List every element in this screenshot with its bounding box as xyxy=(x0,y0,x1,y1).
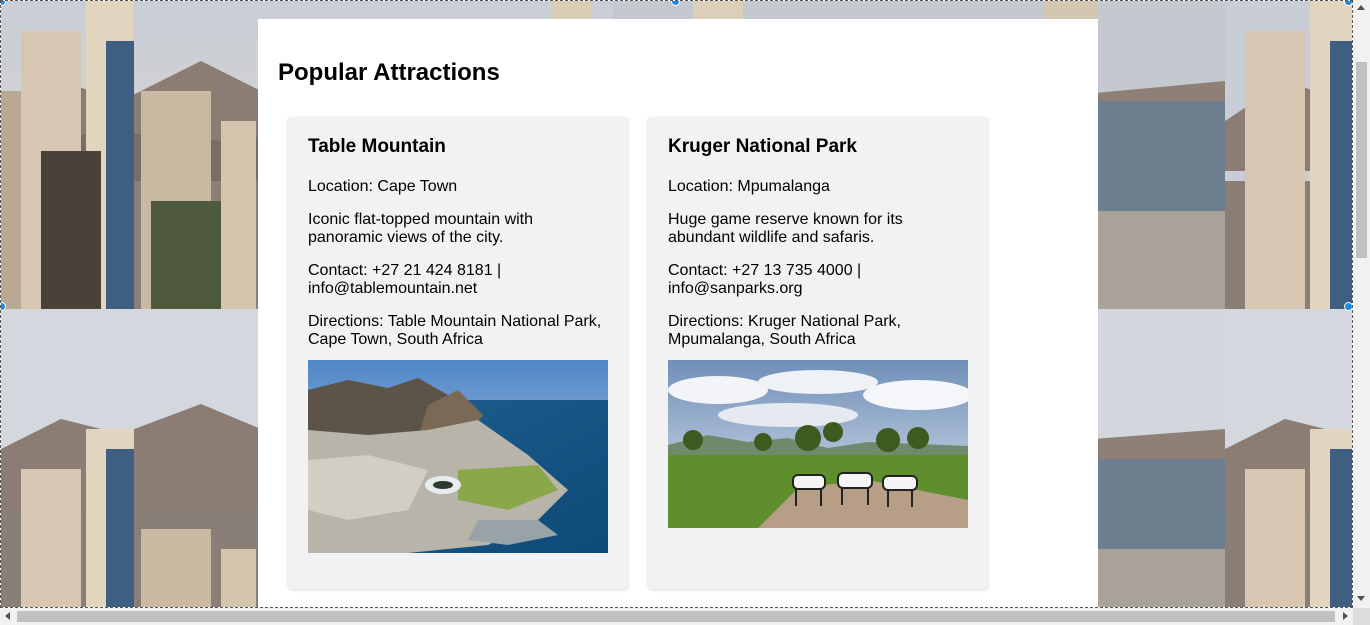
attraction-description: Huge game reserve known for its abundant… xyxy=(668,211,903,246)
scroll-down-icon[interactable] xyxy=(1357,596,1365,601)
aerial-cape-town-photo xyxy=(308,360,608,553)
scroll-left-icon[interactable] xyxy=(5,612,10,620)
attraction-name: Kruger National Park xyxy=(668,136,857,157)
scroll-up-icon[interactable] xyxy=(1357,5,1365,10)
section-title: Popular Attractions xyxy=(278,59,500,86)
scrollbar-thumb[interactable] xyxy=(17,611,1335,622)
attractions-panel: Popular Attractions Table Mountain Locat… xyxy=(258,19,1098,607)
vertical-scrollbar[interactable] xyxy=(1353,0,1370,608)
attraction-directions: Directions: Table Mountain National Park… xyxy=(308,313,602,348)
attraction-name: Table Mountain xyxy=(308,136,446,157)
background-tile xyxy=(1225,309,1352,607)
attraction-card: Table Mountain Location: Cape Town Iconi… xyxy=(288,117,628,589)
horizontal-scrollbar[interactable] xyxy=(0,608,1370,625)
attraction-contact: Contact: +27 21 424 8181 | info@tablemou… xyxy=(308,262,502,297)
attraction-card: Kruger National Park Location: Mpumalang… xyxy=(648,117,988,589)
background-tile xyxy=(1225,1,1352,309)
attraction-directions: Directions: Kruger National Park, Mpumal… xyxy=(668,313,901,348)
page-viewport: Popular Attractions Table Mountain Locat… xyxy=(0,0,1353,608)
scroll-right-icon[interactable] xyxy=(1343,612,1348,620)
zebras-savanna-photo xyxy=(668,360,968,528)
scrollbar-thumb[interactable] xyxy=(1356,62,1367,258)
attraction-location: Location: Mpumalanga xyxy=(668,178,830,195)
attraction-location: Location: Cape Town xyxy=(308,178,458,195)
resize-handle[interactable] xyxy=(1344,302,1352,311)
attraction-description: Iconic flat-topped mountain with panoram… xyxy=(308,211,534,246)
scrollbar-corner xyxy=(1353,608,1370,625)
attraction-contact: Contact: +27 13 735 4000 | info@sanparks… xyxy=(668,262,862,297)
